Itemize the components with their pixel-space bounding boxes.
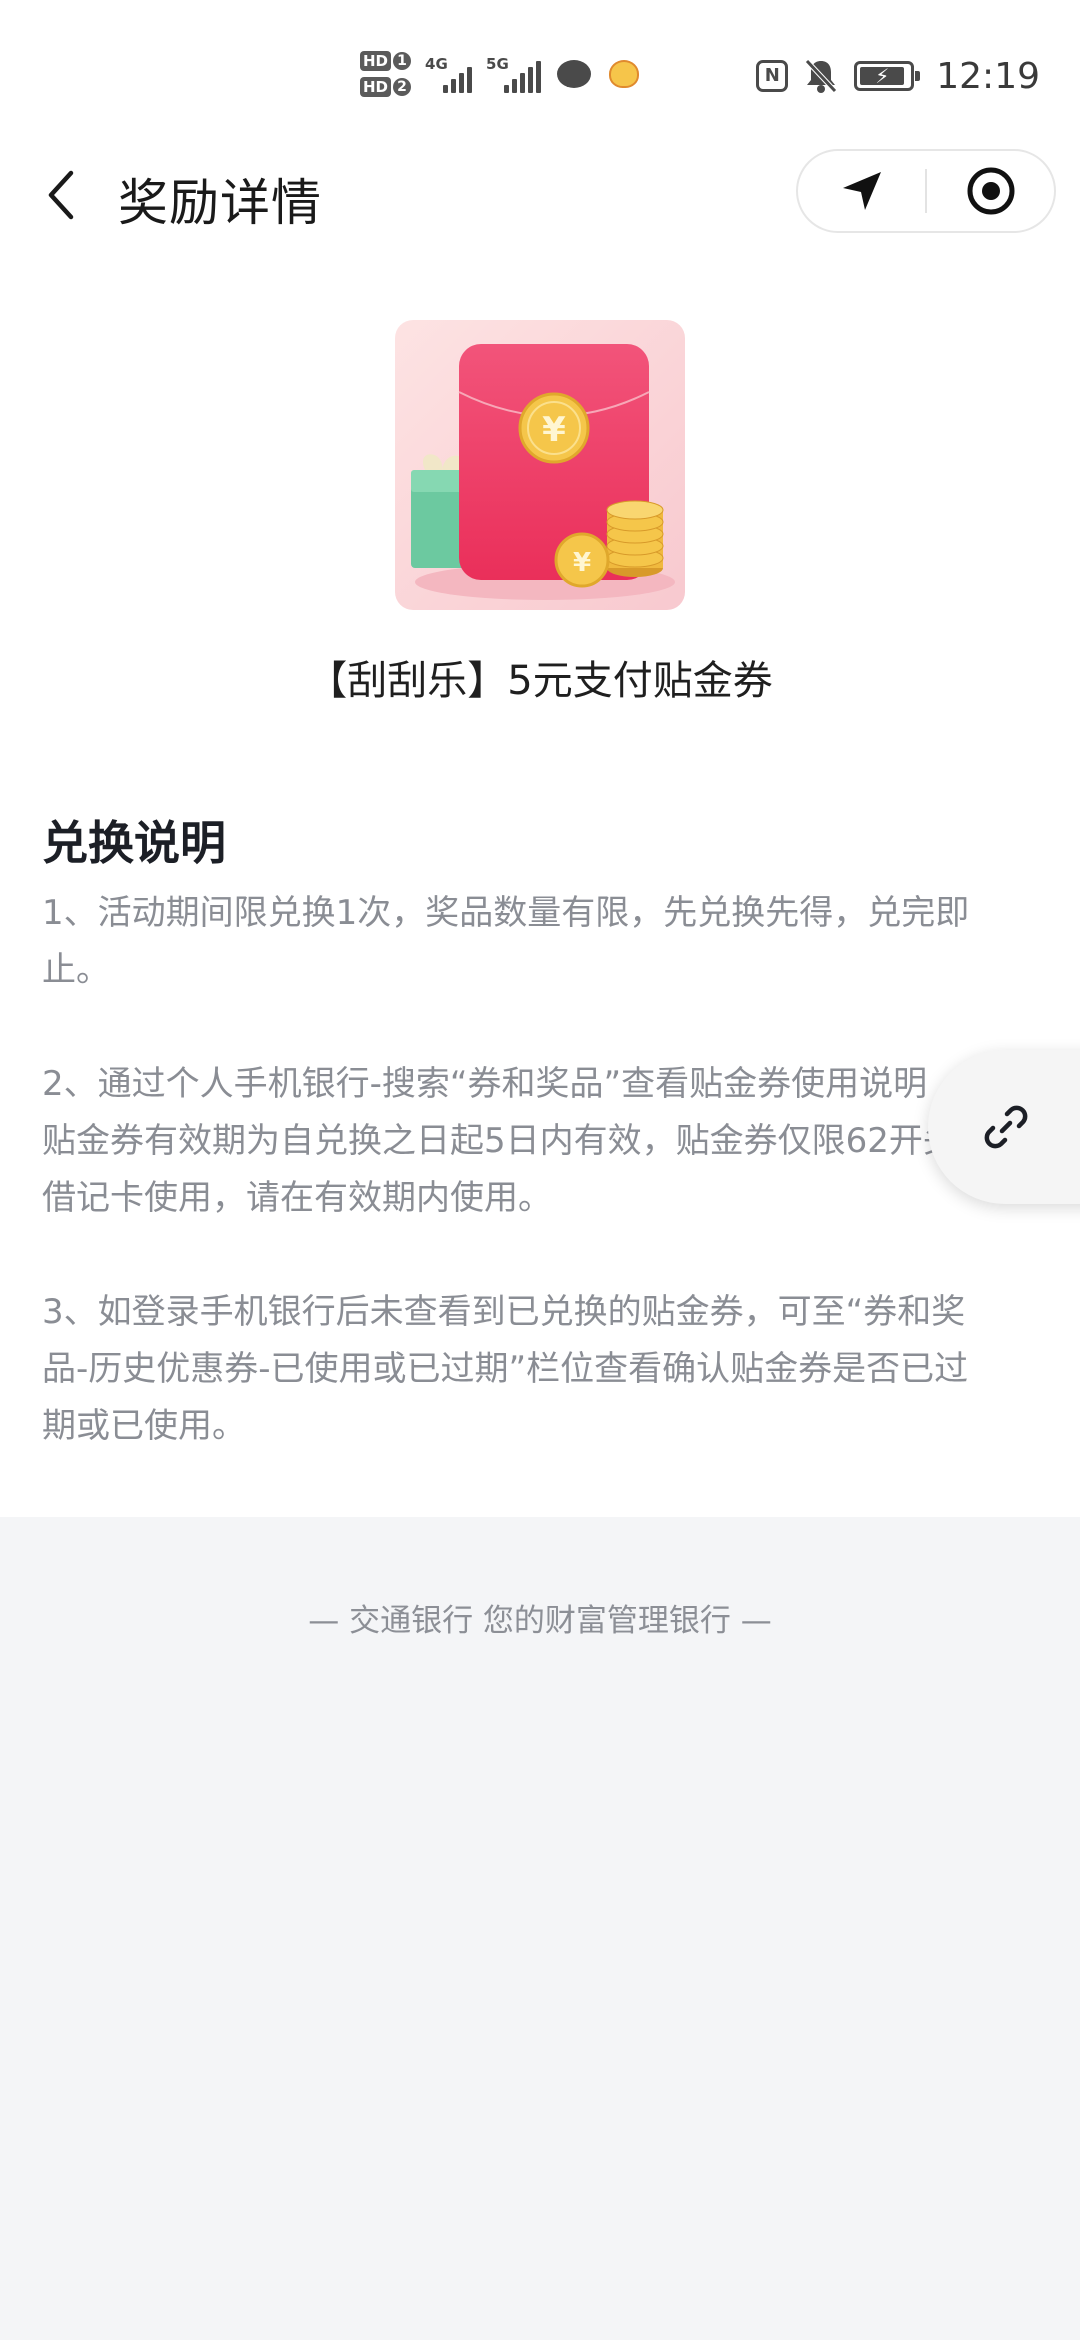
page: HD 1 HD 2 4G 5G N ⚡ 12:19 奖励详情 ¥ ¥ 【刮刮乐】…: [0, 0, 1080, 2340]
rule-1-line-1: 1、活动期间限兑换1次，奖品数量有限，先兑换先得，兑完即: [42, 893, 970, 933]
mini-program-capsule: [796, 149, 1056, 233]
reward-detail-card: ¥ ¥ 【刮刮乐】5元支付贴金券 兑换说明 1、活动期间限兑换1次，奖品数量有限…: [0, 255, 1080, 1517]
sim-indicators: HD 1 HD 2: [360, 51, 412, 97]
section-title: 兑换说明: [42, 816, 226, 870]
chat-icon: [557, 60, 592, 88]
status-left: HD 1 HD 2 4G 5G: [360, 48, 640, 100]
battery-charging-icon: ⚡: [854, 61, 921, 91]
target-icon: [967, 167, 1014, 215]
status-right: N ⚡ 12:19: [756, 48, 1040, 104]
net2-label: 5G: [486, 55, 509, 73]
chevron-left-icon: [48, 170, 74, 220]
nfc-icon: N: [756, 60, 789, 92]
coin-symbol: ¥: [542, 410, 566, 450]
bell-off-icon: [805, 59, 838, 93]
close-miniprogram-button[interactable]: [927, 151, 1054, 231]
footer-slogan: — 交通银行 您的财富管理银行 —: [308, 1603, 772, 1639]
sim2-indicator: HD 2: [360, 77, 412, 97]
rule-3-line-1: 3、如登录手机银行后未查看到已兑换的贴金券，可至“券和奖: [42, 1292, 966, 1332]
red-envelope-illustration: ¥ ¥: [395, 320, 685, 610]
link-icon: [984, 1105, 1028, 1149]
rule-2-line-3: 借记卡使用，请在有效期内使用。: [42, 1178, 552, 1218]
rule-3-line-3: 期或已使用。: [42, 1406, 246, 1446]
prize-image: ¥ ¥: [395, 320, 685, 610]
location-button[interactable]: [798, 151, 925, 231]
rule-1-line-2: 止。: [42, 950, 110, 990]
floating-link-button[interactable]: [928, 1050, 1080, 1204]
rule-2-line-1: 2、通过个人手机银行-搜索“券和奖品”查看贴金券使用说明: [42, 1064, 928, 1104]
prize-name: 【刮刮乐】5元支付贴金券: [307, 658, 773, 704]
sim1-indicator: HD 1: [360, 51, 412, 71]
small-coin-symbol: ¥: [573, 548, 591, 578]
navigation-arrow-icon: [842, 172, 881, 210]
back-button[interactable]: [32, 157, 92, 233]
sim1-hd: HD: [360, 51, 392, 71]
rules-list: 1、活动期间限兑换1次，奖品数量有限，先兑换先得，兑完即 止。 2、通过个人手机…: [42, 885, 1042, 1455]
nav-bar: 奖励详情: [0, 135, 1080, 255]
status-bar: HD 1 HD 2 4G 5G N ⚡ 12:19: [0, 0, 1080, 135]
sim1-num: 1: [393, 52, 412, 70]
rule-3-line-2: 品-历史优惠券-已使用或已过期”栏位查看确认贴金券是否已过: [42, 1349, 969, 1389]
signal-5g-icon: 5G: [486, 55, 542, 93]
sim2-hd: HD: [360, 77, 392, 97]
net1-label: 4G: [425, 55, 448, 73]
status-time: 12:19: [936, 55, 1040, 97]
page-title: 奖励详情: [118, 174, 322, 232]
sim2-num: 2: [393, 78, 412, 96]
pet-icon: [609, 60, 640, 88]
rule-2-line-2: 贴金券有效期为自兑换之日起5日内有效，贴金券仅限62开头: [42, 1121, 957, 1161]
signal-4g-icon: 4G: [425, 55, 473, 93]
